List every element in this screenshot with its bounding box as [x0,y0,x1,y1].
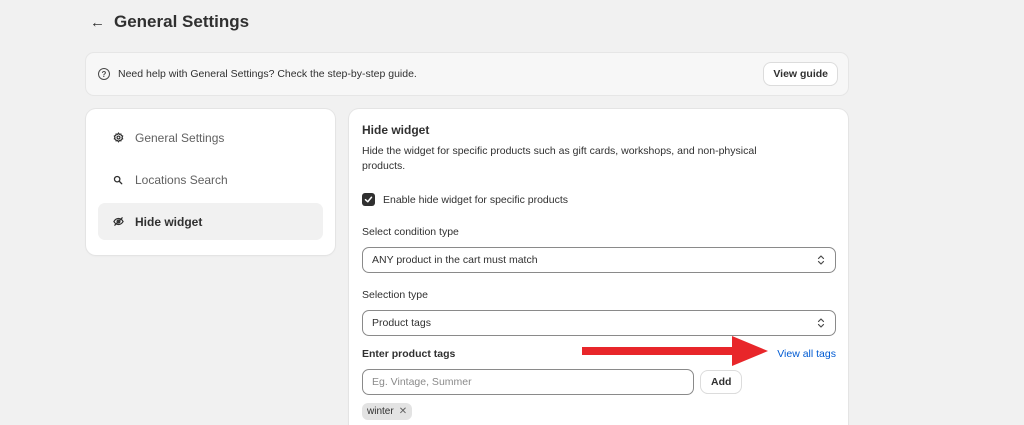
question-circle-icon: ? [98,68,110,80]
add-tag-button[interactable]: Add [701,371,742,393]
close-icon[interactable]: ✕ [399,406,407,417]
product-tags-input-row: Add [362,369,835,395]
product-tags-input[interactable] [362,369,694,395]
sidebar-item-label: General Settings [135,130,225,145]
sidebar-item-locations-search[interactable]: Locations Search [98,161,323,198]
select-caret-icon [817,318,825,328]
page: ← General Settings ? Need help with Gene… [0,0,1024,425]
selection-type-value: Product tags [372,317,431,329]
section-title: Hide widget [362,123,430,137]
selection-type-label: Selection type [362,289,428,301]
help-banner-text: Need help with General Settings? Check t… [118,68,417,80]
enable-hide-widget-row: Enable hide widget for specific products [362,193,835,206]
tag-chip: winter ✕ [362,403,413,420]
condition-type-value: ANY product in the cart must match [372,254,538,266]
search-icon [112,174,124,186]
help-banner: ? Need help with General Settings? Check… [86,53,848,95]
checkmark-icon [364,196,373,203]
enable-hide-widget-checkbox[interactable] [362,193,375,206]
tag-chip-list: winter ✕ [362,401,835,420]
condition-type-select[interactable]: ANY product in the cart must match [362,247,836,273]
page-header: ← General Settings [90,10,249,34]
view-guide-button[interactable]: View guide [764,63,837,85]
gear-icon [112,132,124,144]
sidebar-item-hide-widget[interactable]: Hide widget [98,203,323,240]
settings-sidebar: General Settings Locations Search Hide w… [86,109,335,255]
product-tags-label: Enter product tags [362,348,456,360]
tag-chip-label: winter [367,406,394,417]
sidebar-item-general-settings[interactable]: General Settings [98,119,323,156]
hide-widget-card: Hide widget Hide the widget for specific… [349,109,848,425]
sidebar-item-label: Locations Search [135,172,228,187]
sidebar-item-label: Hide widget [135,214,203,229]
section-description: Hide the widget for specific products su… [362,145,757,172]
annotation-arrow [582,336,768,366]
enable-hide-widget-label: Enable hide widget for specific products [383,193,569,206]
condition-type-label: Select condition type [362,226,459,238]
select-caret-icon [817,255,825,265]
selection-type-select[interactable]: Product tags [362,310,836,336]
eye-slash-icon [112,216,124,228]
view-all-tags-link[interactable]: View all tags [777,348,836,360]
page-title: General Settings [114,12,250,31]
arrow-left-icon[interactable]: ← [90,14,105,31]
